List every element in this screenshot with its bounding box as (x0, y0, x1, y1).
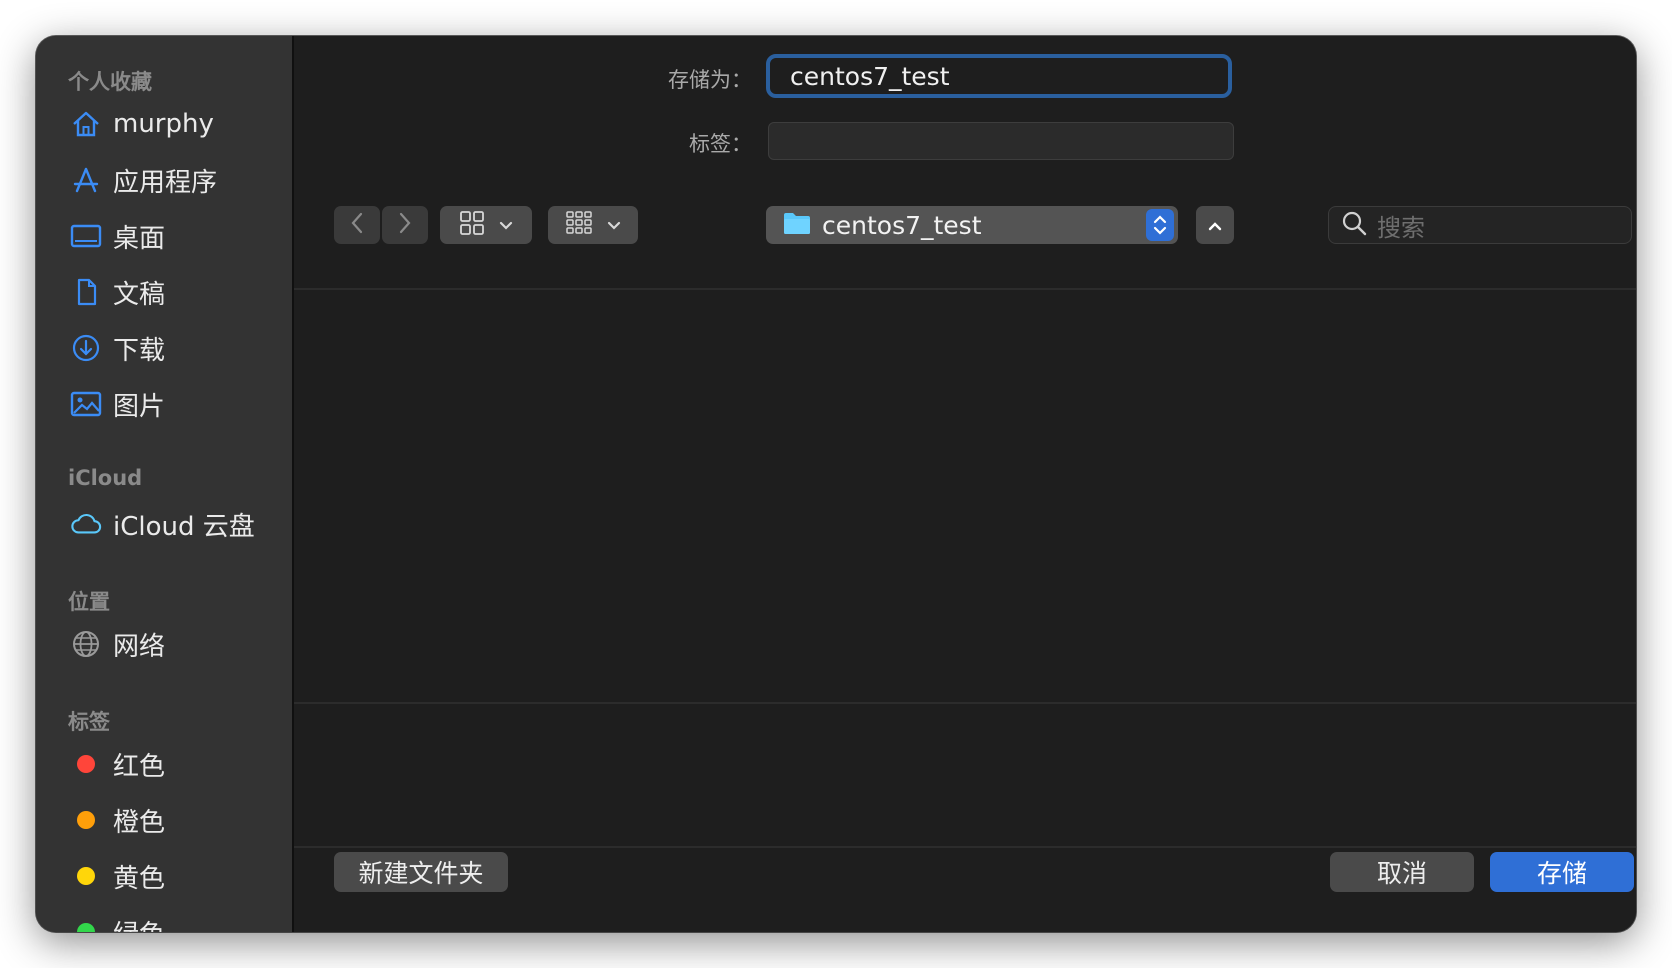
sidebar-item-label: murphy (113, 109, 214, 139)
chevron-down-icon (499, 216, 513, 235)
file-browser-area[interactable] (294, 290, 1636, 702)
sidebar-item-label: iCloud 云盘 (113, 511, 255, 542)
icloud-title: iCloud (68, 466, 143, 490)
sidebar-item-label: 红色 (113, 751, 166, 782)
icon-view-grid-icon (459, 210, 485, 240)
desktop-icon (70, 220, 102, 252)
save-dialog: 个人收藏 murphy 应用程序 桌面 文稿 下载 图片 iCloud iClo… (36, 36, 1636, 932)
search-field[interactable]: 搜索 (1328, 206, 1632, 244)
sidebar-item-tag-yellow[interactable]: 黄色 (70, 856, 280, 896)
sidebar-item-label: 图片 (113, 391, 166, 422)
forward-button[interactable] (382, 206, 428, 244)
location-popup[interactable]: centos7_test (766, 206, 1178, 244)
sidebar-item-label: 网络 (113, 631, 166, 662)
sidebar-item-tag-orange[interactable]: 橙色 (70, 800, 280, 840)
sidebar-item-label: 桌面 (113, 223, 166, 254)
chevron-right-icon (398, 212, 412, 238)
search-placeholder: 搜索 (1377, 213, 1425, 242)
options-area (294, 704, 1636, 846)
red-tag-dot-icon (77, 755, 95, 773)
chevron-up-icon (1208, 216, 1222, 235)
cancel-button[interactable]: 取消 (1330, 852, 1474, 892)
sidebar-item-pictures[interactable]: 图片 (70, 384, 280, 424)
sidebar-item-downloads[interactable]: 下载 (70, 328, 280, 368)
globe-icon (70, 628, 102, 660)
sidebar-item-label: 黄色 (113, 863, 166, 894)
sidebar-item-tag-green[interactable]: 绿色 (70, 912, 280, 932)
location-label: centos7_test (822, 210, 982, 240)
save-button[interactable]: 存储 (1490, 852, 1634, 892)
sidebar-item-network[interactable]: 网络 (70, 624, 280, 664)
save-as-input[interactable] (770, 58, 1228, 94)
sidebar-item-tag-red[interactable]: 红色 (70, 744, 280, 784)
sidebar: 个人收藏 murphy 应用程序 桌面 文稿 下载 图片 iCloud iClo… (36, 36, 294, 932)
home-icon (70, 108, 102, 140)
collapse-button[interactable] (1196, 206, 1234, 244)
yellow-tag-dot-icon (77, 867, 95, 885)
group-mode-button[interactable] (548, 206, 638, 244)
search-icon (1341, 210, 1367, 240)
footer-divider (294, 846, 1636, 848)
sidebar-item-desktop[interactable]: 桌面 (70, 216, 280, 256)
save-as-field[interactable] (766, 54, 1232, 98)
orange-tag-dot-icon (77, 811, 95, 829)
tags-label: 标签： (689, 132, 752, 156)
sidebar-item-applications[interactable]: 应用程序 (70, 160, 280, 200)
sidebar-item-label: 应用程序 (113, 167, 218, 198)
sidebar-item-icloud-drive[interactable]: iCloud 云盘 (70, 504, 280, 544)
sidebar-item-home[interactable]: murphy (70, 104, 280, 144)
favorites-title: 个人收藏 (68, 70, 152, 94)
view-mode-button[interactable] (440, 206, 532, 244)
back-button[interactable] (334, 206, 380, 244)
locations-title: 位置 (68, 590, 110, 614)
folder-icon (782, 210, 812, 240)
photo-icon (70, 388, 102, 420)
sidebar-item-label: 下载 (113, 335, 166, 366)
main-panel: 存储为： 标签： centos7_test (294, 36, 1636, 932)
new-folder-button[interactable]: 新建文件夹 (334, 852, 508, 892)
green-tag-dot-icon (77, 923, 95, 932)
sidebar-item-documents[interactable]: 文稿 (70, 272, 280, 312)
up-down-chevrons-icon (1146, 209, 1174, 241)
gallery-grid-icon (565, 210, 593, 240)
tags-field[interactable] (768, 122, 1234, 160)
download-icon (70, 332, 102, 364)
sidebar-item-label: 橙色 (113, 807, 166, 838)
save-as-label: 存储为： (668, 68, 752, 92)
tags-title: 标签 (68, 710, 110, 734)
sidebar-item-label: 绿色 (113, 914, 165, 933)
cloud-icon (70, 508, 102, 540)
chevron-left-icon (350, 212, 364, 238)
sidebar-item-label: 文稿 (113, 279, 166, 310)
chevron-down-icon (607, 216, 621, 235)
document-icon (70, 276, 102, 308)
applications-icon (70, 164, 102, 196)
